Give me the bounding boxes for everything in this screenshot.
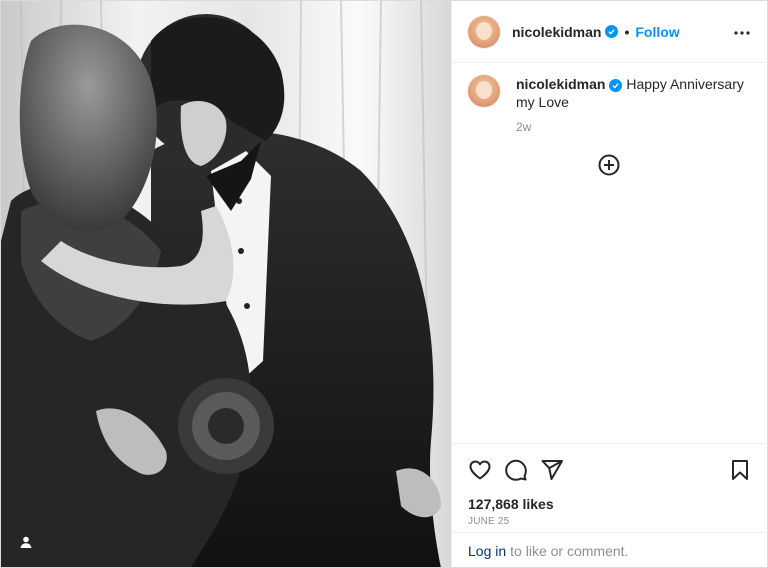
post-sidebar: nicolekidman • Follow nicolekidman Happy… xyxy=(451,1,768,567)
instagram-post: nicolekidman • Follow nicolekidman Happy… xyxy=(0,0,768,568)
separator-dot: • xyxy=(624,23,630,40)
paper-plane-icon[interactable] xyxy=(540,458,564,482)
author-avatar[interactable] xyxy=(468,15,500,48)
post-photo[interactable] xyxy=(1,1,451,567)
caption-avatar[interactable] xyxy=(468,75,500,107)
post-caption: nicolekidman Happy Anniversary my Love 2… xyxy=(468,75,758,136)
more-options-icon[interactable] xyxy=(732,23,752,48)
bookmark-icon[interactable] xyxy=(728,458,752,482)
caption-time[interactable]: 2w xyxy=(516,118,758,136)
post-date[interactable]: JUNE 25 xyxy=(468,516,509,527)
follow-button[interactable]: Follow xyxy=(635,24,679,40)
login-prompt-text: to like or comment. xyxy=(510,542,629,559)
author-username[interactable]: nicolekidman xyxy=(512,24,601,40)
login-link[interactable]: Log in xyxy=(468,543,506,559)
user-tag-icon[interactable] xyxy=(13,529,39,555)
photo-image xyxy=(1,1,451,567)
post-actions: 127,868 likes JUNE 25 Log in to like or … xyxy=(452,443,768,567)
caption-body: nicolekidman Happy Anniversary my Love 2… xyxy=(516,75,758,136)
post-header: nicolekidman • Follow xyxy=(452,1,768,63)
caption-username[interactable]: nicolekidman xyxy=(516,76,605,92)
verified-badge-icon xyxy=(609,79,623,92)
likes-count[interactable]: 127,868 likes xyxy=(468,496,554,512)
login-prompt: Log in to like or comment. xyxy=(452,532,768,568)
comment-icon[interactable] xyxy=(504,458,528,482)
heart-icon[interactable] xyxy=(468,458,492,482)
plus-circle-icon[interactable] xyxy=(598,154,620,176)
verified-badge-icon xyxy=(605,25,619,38)
